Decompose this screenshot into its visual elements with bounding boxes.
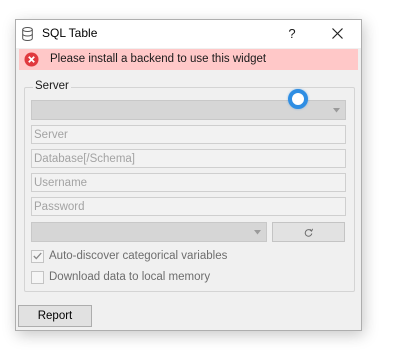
error-icon [24, 52, 39, 67]
chevron-down-icon [333, 108, 340, 113]
server-group-title: Server [33, 80, 71, 92]
chevron-down-icon [254, 230, 261, 235]
database-icon [22, 27, 33, 41]
title-bar: SQL Table ? [16, 20, 361, 48]
error-message: Please install a backend to use this wid… [50, 53, 267, 65]
download-local-label: Download data to local memory [49, 271, 211, 283]
refresh-icon [304, 228, 313, 237]
close-button[interactable] [322, 23, 352, 45]
sql-table-window: SQL Table ? Please install a backend to … [15, 19, 362, 331]
database-input[interactable]: Database[/Schema] [31, 149, 346, 168]
password-input[interactable]: Password [31, 197, 346, 216]
server-input[interactable]: Server [31, 125, 346, 144]
username-input[interactable]: Username [31, 173, 346, 192]
auto-discover-label: Auto-discover categorical variables [49, 250, 228, 262]
close-icon [331, 28, 343, 39]
report-button[interactable]: Report [18, 305, 92, 327]
table-select[interactable] [31, 222, 267, 242]
auto-discover-checkbox-row[interactable]: Auto-discover categorical variables [31, 248, 227, 264]
spinner-icon [288, 89, 308, 109]
download-local-checkbox-row[interactable]: Download data to local memory [31, 269, 210, 285]
checkmark-icon [33, 252, 42, 260]
refresh-button[interactable] [272, 222, 345, 242]
help-button[interactable]: ? [278, 23, 306, 45]
window-title: SQL Table [42, 26, 98, 40]
error-banner: Please install a backend to use this wid… [19, 49, 358, 70]
download-local-checkbox[interactable] [31, 270, 44, 284]
auto-discover-checkbox[interactable] [31, 249, 44, 263]
